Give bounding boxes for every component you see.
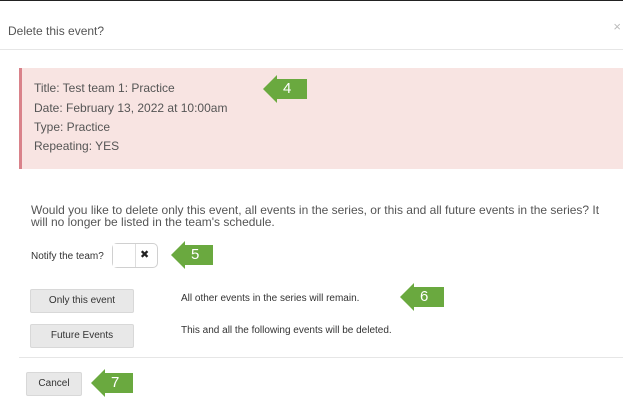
close-icon[interactable]: × <box>613 19 621 34</box>
dialog-title: Delete this event? <box>8 24 105 38</box>
cancel-button[interactable]: Cancel <box>26 372 82 396</box>
footer-divider <box>19 357 623 358</box>
arrow-left-icon <box>263 75 277 103</box>
callout-number: 6 <box>414 287 444 307</box>
arrow-left-icon <box>400 283 414 311</box>
only-this-event-description: All other events in the series will rema… <box>181 293 360 304</box>
event-repeating: Repeating: YES <box>34 139 120 153</box>
toggle-off-icon: ✖ <box>140 249 150 261</box>
future-events-description: This and all the following events will b… <box>181 325 392 336</box>
delete-question: Would you like to delete only this event… <box>31 203 600 229</box>
callout-number: 4 <box>277 79 307 99</box>
toggle-knob <box>113 244 136 267</box>
notify-toggle[interactable]: ✖ <box>112 243 158 268</box>
arrow-left-icon <box>91 369 105 397</box>
callout-number: 7 <box>105 373 133 393</box>
arrow-left-icon <box>171 241 185 269</box>
event-title: Title: Test team 1: Practice <box>34 81 175 95</box>
event-type: Type: Practice <box>34 120 111 134</box>
dialog-header: Delete this event? × <box>0 4 623 50</box>
callout-number: 5 <box>185 245 213 265</box>
only-this-event-button[interactable]: Only this event <box>30 289 134 313</box>
event-date: Date: February 13, 2022 at 10:00am <box>34 101 228 115</box>
event-summary: Title: Test team 1: Practice Date: Febru… <box>19 68 623 169</box>
future-events-button[interactable]: Future Events <box>30 324 134 348</box>
notify-label: Notify the team? <box>31 251 104 262</box>
